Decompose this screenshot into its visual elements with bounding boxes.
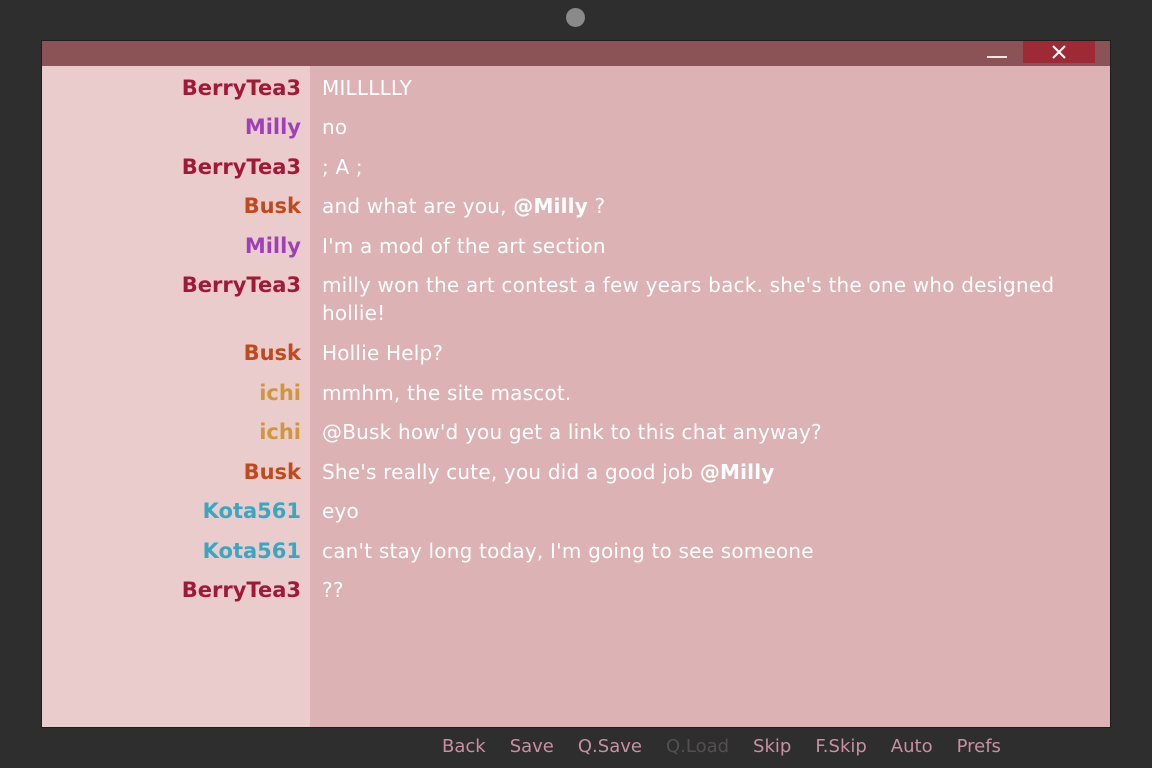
message-text: ??	[322, 576, 1100, 604]
message-text: no	[322, 113, 1100, 141]
message-text: and what are you, @Milly ?	[322, 192, 1100, 220]
speaker-name: BerryTea3	[181, 155, 301, 179]
speaker-name: Milly	[244, 234, 301, 258]
speaker-name: BerryTea3	[181, 76, 301, 100]
message-text: She's really cute, you did a good job @M…	[322, 458, 1100, 486]
quickmenu-skip-button[interactable]: Skip	[741, 734, 803, 760]
mention: @Milly	[699, 460, 775, 484]
close-icon	[1052, 45, 1066, 59]
chat-window: BerryTea3 MILLLLLY Milly no BerryTea3; A ; Bu…	[41, 40, 1111, 728]
quickmenu-qload-button: Q.Load	[665, 736, 730, 757]
speaker-name: Busk	[243, 194, 301, 218]
message-fragment: can't stay long today, I'm going to see …	[322, 539, 814, 563]
message-fragment: no	[322, 115, 348, 139]
minimize-button[interactable]	[982, 41, 1012, 66]
speaker-name: ichi	[259, 381, 301, 405]
speaker-name: BerryTea3	[181, 273, 301, 297]
message-fragment: eyo	[322, 499, 359, 523]
message-fragment: milly won the art contest a few years ba…	[322, 273, 1055, 325]
message-text: milly won the art contest a few years ba…	[322, 271, 1100, 327]
message-fragment: I'm a mod of the art section	[322, 234, 606, 258]
quickmenu-auto-button[interactable]: Auto	[879, 734, 945, 760]
close-button[interactable]	[1023, 41, 1095, 63]
quickmenu-qsave-button[interactable]: Q.Save	[566, 734, 654, 760]
camera-dot	[566, 8, 585, 27]
speaker-name: Busk	[243, 341, 301, 365]
message-fragment: and what are you,	[322, 194, 514, 218]
speaker-name: Milly	[244, 115, 301, 139]
message-text: ; A ;	[322, 153, 1100, 181]
message-text: mmhm, the site mascot.	[322, 379, 1100, 407]
mention: @Milly	[513, 194, 588, 218]
speaker-name: Kota561	[202, 539, 301, 563]
quickmenu-save-button[interactable]: Save	[498, 734, 566, 760]
title-bar[interactable]	[42, 41, 1110, 66]
game-screen: BerryTea3 MILLLLLY Milly no BerryTea3; A ; Bu…	[0, 0, 1152, 768]
message-fragment: mmhm, the site mascot.	[322, 381, 572, 405]
minimize-icon	[987, 56, 1007, 58]
speaker-name: ichi	[259, 420, 301, 444]
message-fragment: Hollie Help?	[322, 341, 444, 365]
message-fragment: @Busk how'd you get a link to this chat …	[322, 420, 822, 444]
speaker-name: BerryTea3	[181, 578, 301, 602]
message-fragment: MILLLLLY	[322, 76, 413, 100]
message-text: @Busk how'd you get a link to this chat …	[322, 418, 1100, 446]
message-fragment: ; A ;	[322, 155, 363, 179]
message-fragment: She's really cute, you did a good job	[322, 460, 700, 484]
quickmenu-prefs-button[interactable]: Prefs	[945, 734, 1013, 760]
speaker-name: Busk	[243, 460, 301, 484]
message-fragment: ??	[322, 578, 344, 602]
message-text: eyo	[322, 497, 1100, 525]
quickmenu-back-button[interactable]: Back	[430, 734, 498, 760]
message-text: Hollie Help?	[322, 339, 1100, 367]
message-text: MILLLLLY	[322, 74, 1100, 102]
message-fragment: ?	[587, 194, 606, 218]
quick-menu: Back Save Q.Save Q.Load Skip F.Skip Auto Prefs	[430, 734, 1013, 760]
message-text: I'm a mod of the art section	[322, 232, 1100, 260]
message-text: can't stay long today, I'm going to see …	[322, 537, 1100, 565]
quickmenu-fskip-button[interactable]: F.Skip	[803, 734, 878, 760]
speaker-name: Kota561	[202, 499, 301, 523]
